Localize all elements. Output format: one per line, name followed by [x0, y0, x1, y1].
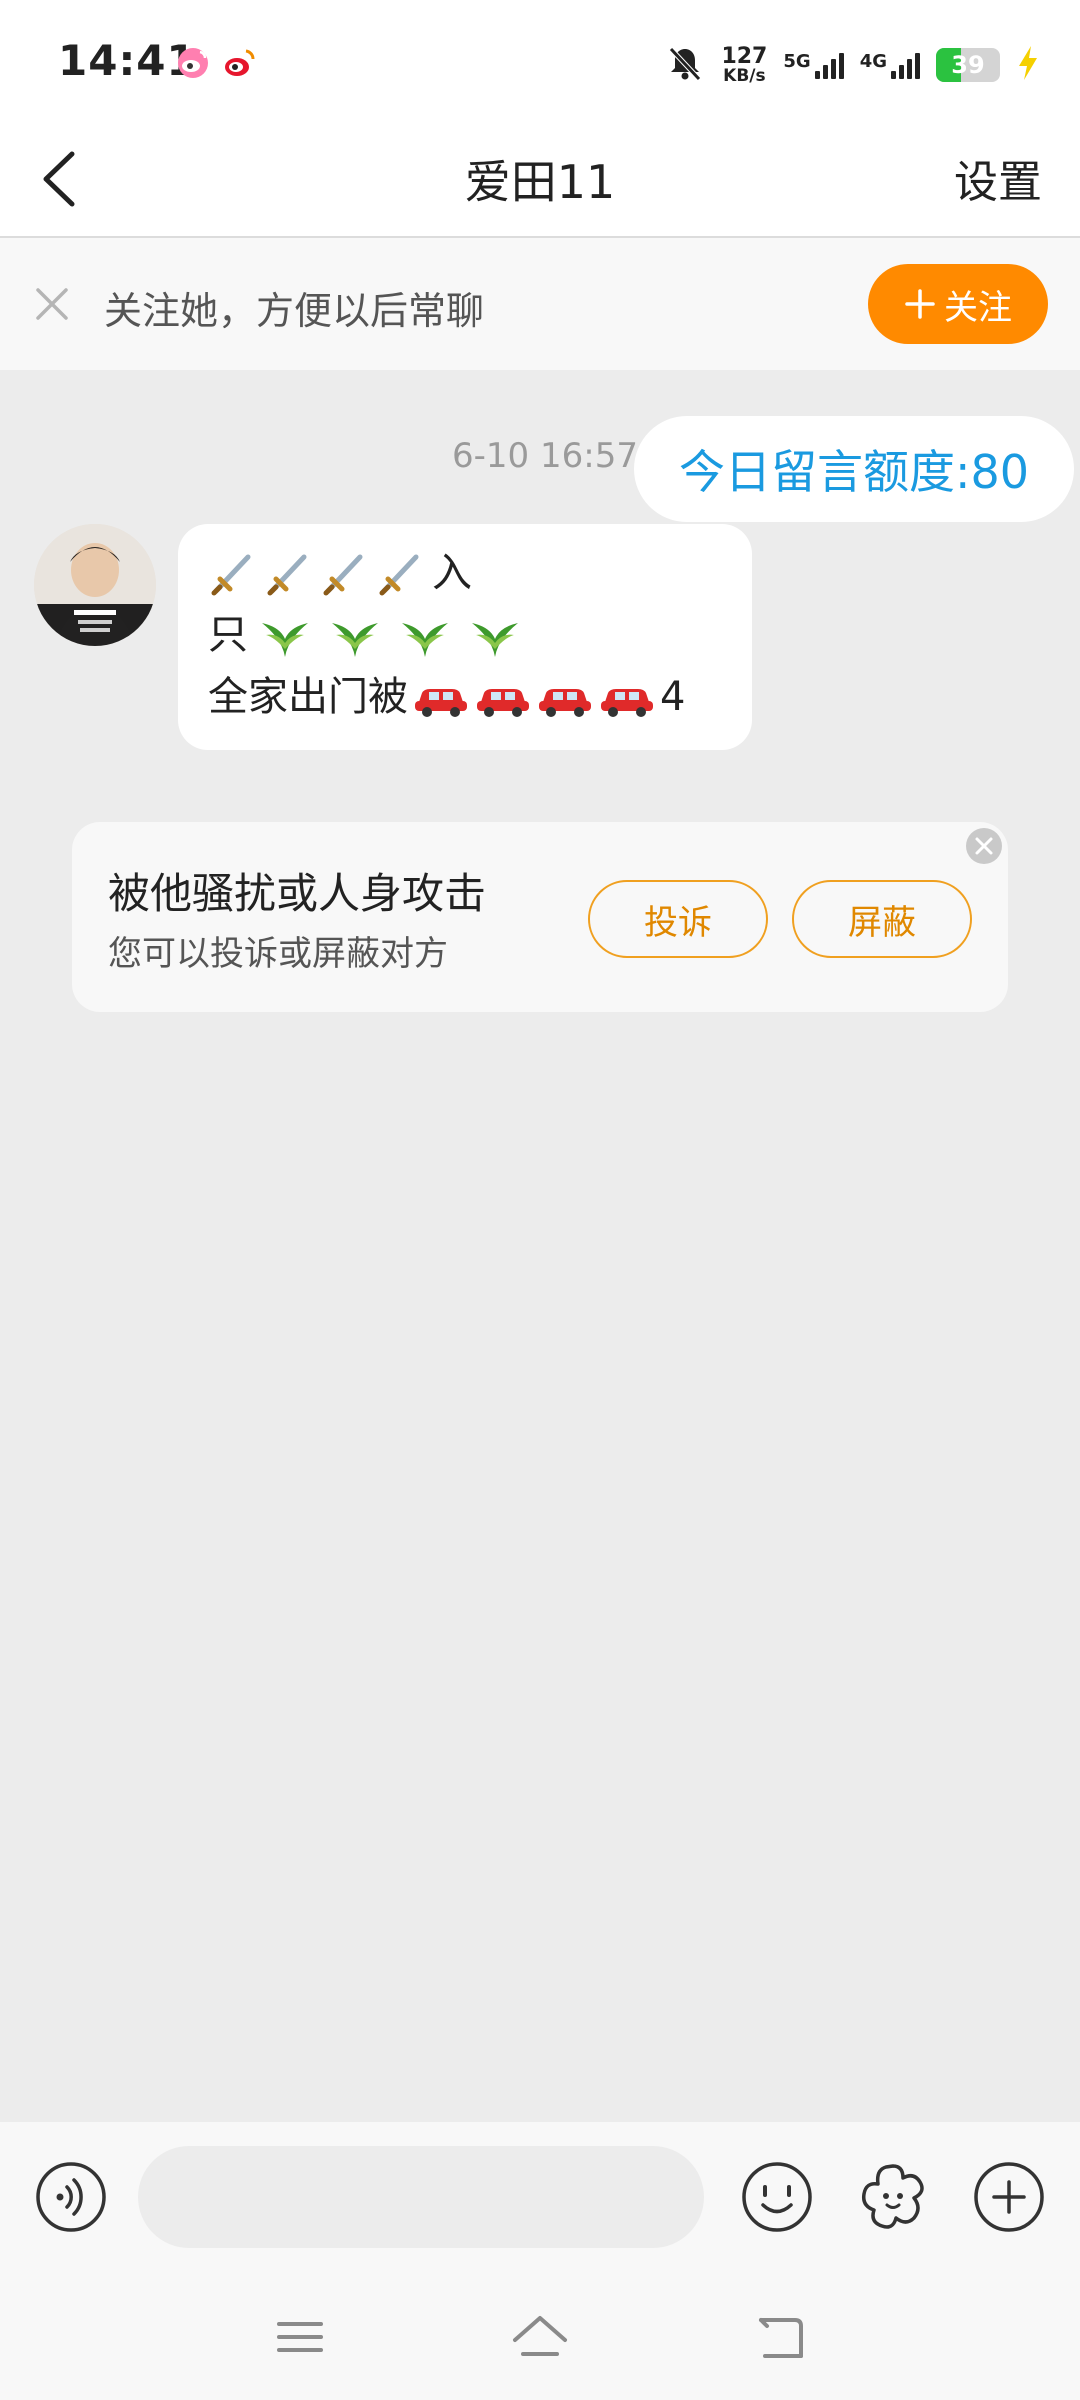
harassment-subtitle: 您可以投诉或屏蔽对方	[108, 934, 448, 974]
home-button[interactable]	[505, 2302, 575, 2372]
message-timestamp: 6-10 16:57	[452, 436, 638, 476]
follow-button[interactable]: 关注	[868, 264, 1048, 344]
message-line-2: 只	[208, 604, 722, 666]
chat-screen: 14:41 127 KB/s 5G 4G 39 爱田11 设置 关注她，方便以后…	[0, 0, 1080, 2400]
harassment-title: 被他骚扰或人身攻击	[108, 869, 487, 918]
settings-button[interactable]: 设置	[954, 146, 1042, 210]
status-indicators: 127 KB/s 5G 4G 39	[665, 40, 1040, 90]
title-bar: 爱田11 设置	[0, 122, 1080, 238]
follow-button-label: 关注	[944, 287, 1012, 328]
signal-bars-icon	[891, 51, 920, 79]
message-quota-bubble: 今日留言额度:80	[634, 416, 1074, 522]
smiley-icon	[742, 2162, 812, 2232]
back-nav-button[interactable]	[745, 2302, 815, 2372]
herb-emoji-icon	[462, 609, 528, 661]
status-bar: 14:41 127 KB/s 5G 4G 39	[0, 0, 1080, 122]
sticker-button[interactable]	[856, 2160, 930, 2234]
message-text: 4	[660, 674, 686, 720]
dismiss-card-button[interactable]	[966, 828, 1002, 864]
message-text: 入	[432, 550, 472, 596]
message-input-bar	[0, 2122, 1080, 2272]
charging-bolt-icon	[1016, 44, 1040, 86]
message-text: 只	[208, 612, 248, 658]
plus-icon	[905, 289, 935, 319]
conversation-title: 爱田11	[464, 155, 616, 209]
follow-suggestion-bar: 关注她，方便以后常聊 关注	[0, 238, 1080, 370]
avatar-photo	[34, 524, 156, 646]
message-text: 全家出门被	[208, 674, 408, 720]
message-line-3: 全家出门被 4	[208, 666, 722, 728]
return-icon	[759, 2318, 803, 2358]
weibo-lite-notification-icon	[176, 46, 210, 80]
herb-emoji-icon	[252, 609, 318, 661]
message-input[interactable]	[138, 2146, 704, 2248]
car-emoji-icon	[412, 677, 470, 717]
emoji-button[interactable]	[740, 2160, 814, 2234]
signal-5g: 5G	[783, 51, 844, 79]
signal-bars-icon	[814, 51, 844, 79]
message-line-1: 入	[208, 542, 722, 604]
more-options-button[interactable]	[972, 2160, 1046, 2234]
complain-button[interactable]: 投诉	[588, 880, 768, 958]
system-navigation-bar	[0, 2272, 1080, 2400]
sword-emoji-icon	[320, 547, 372, 599]
car-emoji-icon	[536, 677, 594, 717]
close-icon	[975, 837, 993, 855]
menu-icon	[277, 2322, 323, 2352]
block-button[interactable]: 屏蔽	[792, 880, 972, 958]
sword-emoji-icon	[208, 547, 260, 599]
herb-emoji-icon	[392, 609, 458, 661]
dismiss-follow-button[interactable]	[30, 282, 74, 326]
flower-sticker-icon	[861, 2164, 924, 2229]
battery-indicator: 39	[936, 48, 1000, 82]
car-emoji-icon	[474, 677, 532, 717]
voice-input-button[interactable]	[34, 2160, 108, 2234]
sword-emoji-icon	[264, 547, 316, 599]
network-speed: 127 KB/s	[721, 43, 768, 86]
plus-circle-icon	[974, 2162, 1044, 2232]
signal-4g: 4G	[860, 51, 920, 79]
received-message-bubble[interactable]: 入 只 全家出门被 4	[178, 524, 752, 750]
follow-prompt-text: 关注她，方便以后常聊	[104, 289, 485, 333]
close-icon	[36, 288, 68, 320]
herb-emoji-icon	[322, 609, 388, 661]
mute-bell-icon	[665, 43, 705, 87]
recent-apps-button[interactable]	[265, 2302, 335, 2372]
sword-emoji-icon	[376, 547, 428, 599]
weibo-notification-icon	[222, 46, 256, 80]
home-icon	[513, 2316, 567, 2356]
harassment-report-card: 被他骚扰或人身攻击 您可以投诉或屏蔽对方 投诉 屏蔽	[72, 822, 1008, 1012]
sender-avatar[interactable]	[34, 524, 156, 646]
car-emoji-icon	[598, 677, 656, 717]
voice-icon	[36, 2162, 106, 2232]
